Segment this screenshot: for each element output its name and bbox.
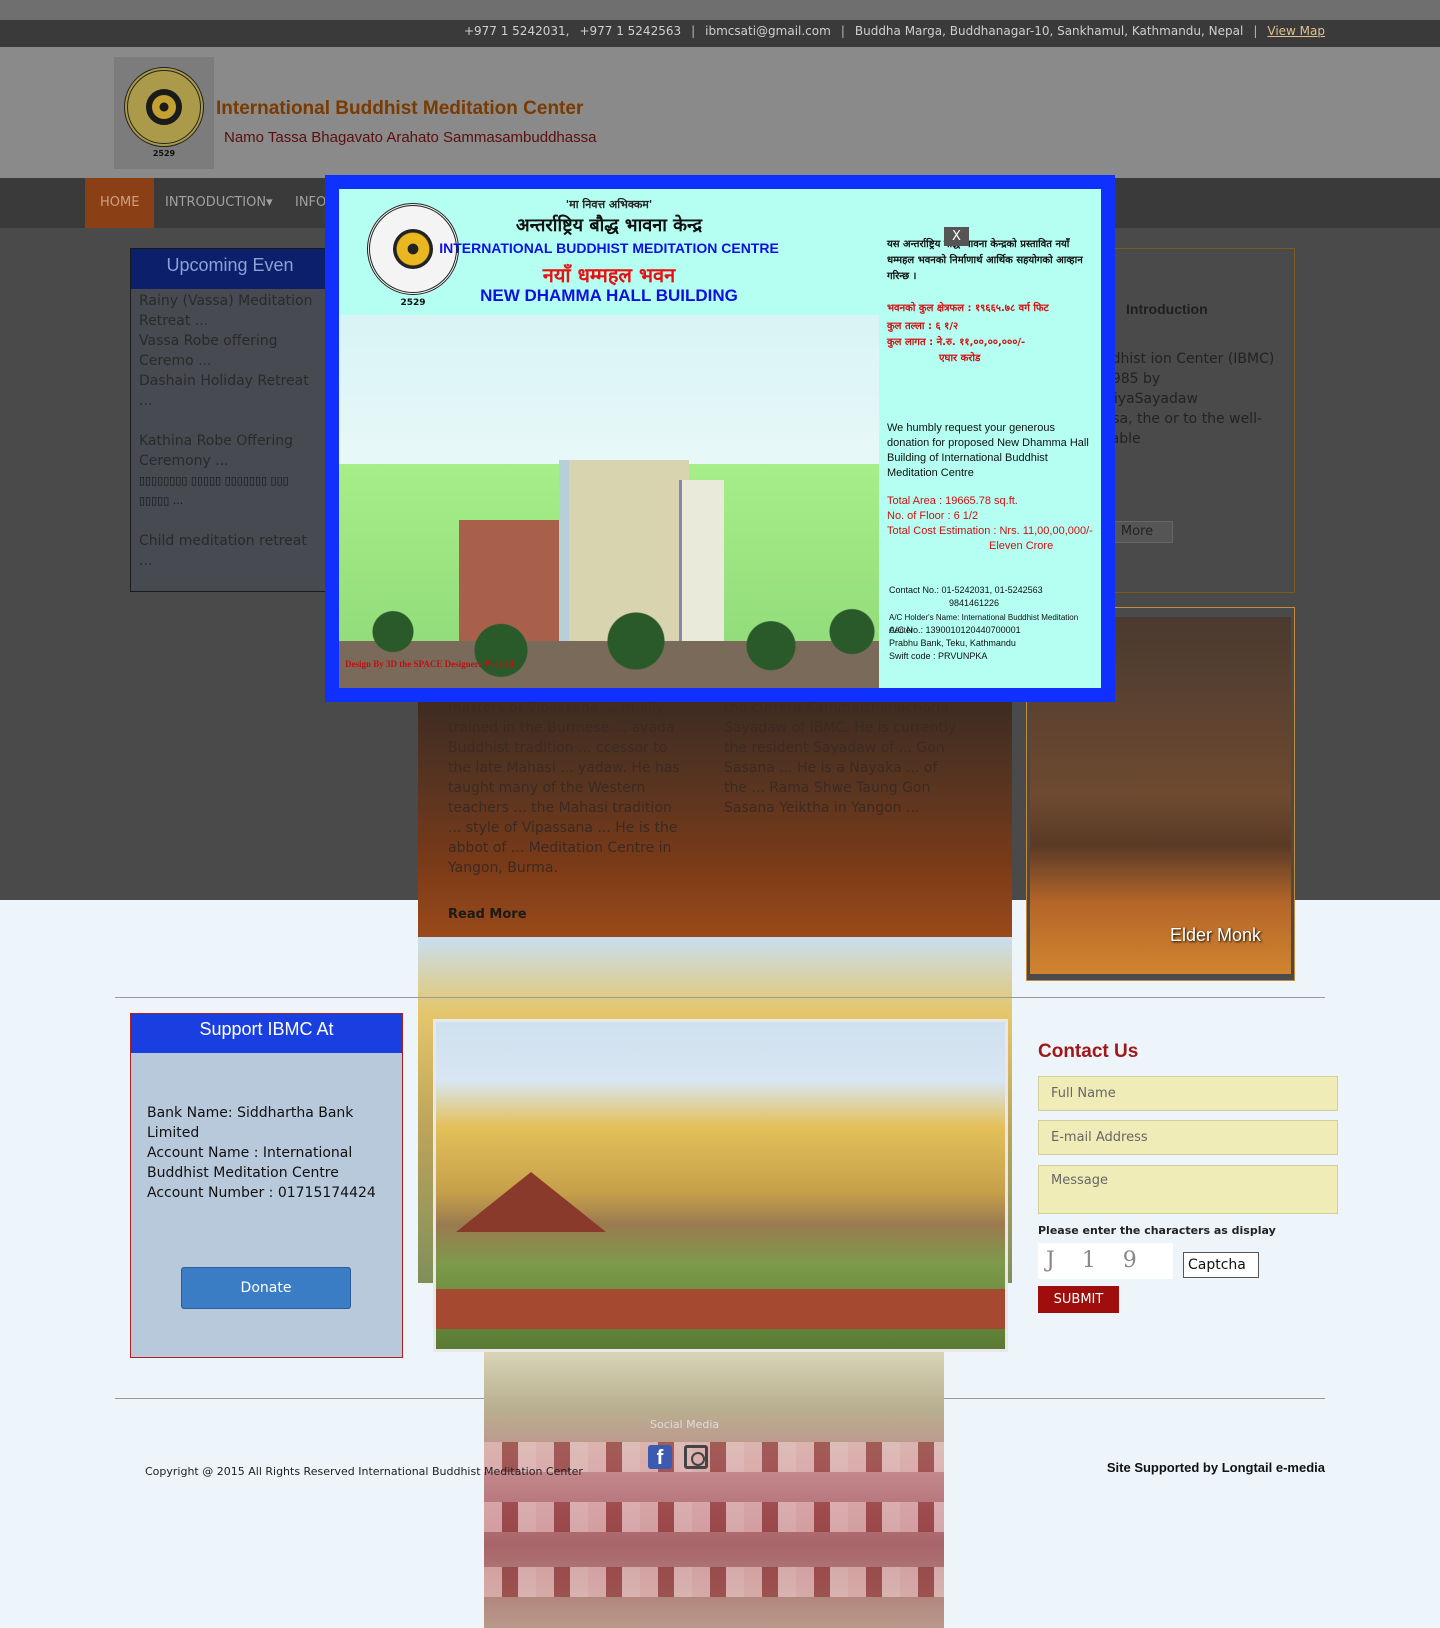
captcha-input[interactable]: Captcha (1183, 1252, 1259, 1278)
event-link[interactable]: Kathina Robe Offering Ceremony ... (131, 431, 329, 471)
cost-nepali: कुल लागत : ने.रु. ११,००,००,०००/- (887, 337, 1026, 348)
caret-down-icon: ▾ (266, 195, 273, 210)
support-heading: Support IBMC At (131, 1014, 402, 1053)
phone-number: +977 1 5242563 (579, 24, 682, 38)
event-link[interactable]: Child meditation retreat ... (131, 531, 329, 571)
site-logo[interactable]: 2529 (114, 57, 214, 169)
captcha-label: Please enter the characters as display (1038, 1224, 1276, 1237)
poster-details: यस अन्तर्राष्ट्रिय बौद्ध भावना केन्द्रको… (879, 189, 1101, 688)
divider (115, 997, 1325, 998)
floors-nepali: कुल तल्ला : ६ १/२ (887, 321, 959, 332)
message-field[interactable]: Message (1038, 1165, 1338, 1214)
bank-name: Bank Name: Siddhartha Bank Limited (147, 1105, 354, 1141)
copyright-text: Copyright @ 2015 All Rights Reserved Int… (145, 1465, 583, 1478)
read-more-link[interactable]: Read More (448, 907, 527, 922)
account-name: Account Name : International Buddhist Me… (147, 1145, 353, 1181)
submit-button[interactable]: SUBMIT (1038, 1286, 1119, 1313)
cost-words-english: Eleven Crore (989, 540, 1054, 552)
poster-motto: 'मा निवत्त अभिक्कम' (565, 198, 653, 211)
elder-monk-caption: Elder Monk (1169, 925, 1262, 945)
wheel-icon (146, 89, 182, 125)
teacher-bio-text: masters of Vipassana ... rmally trained … (448, 700, 680, 876)
site-support-credit[interactable]: Site Supported by Longtail e-media (1107, 1460, 1325, 1475)
area-english: Total Area : 19665.78 sq.ft. (887, 495, 1018, 507)
logo-year: 2529 (152, 149, 176, 158)
poster-hall-nepali: नयाँ धम्महल भवन (542, 263, 676, 287)
cost-english: Total Cost Estimation : Nrs. 11,00,00,00… (887, 525, 1093, 537)
site-title[interactable]: International Buddhist Meditation Center (216, 98, 583, 120)
upcoming-events-heading: Upcoming Even (131, 249, 329, 289)
view-map-link[interactable]: View Map (1267, 24, 1325, 38)
street-address: Buddha Marga, Buddhanagar-10, Sankhamul,… (854, 24, 1244, 38)
donation-poster: 2529 'मा निवत्त अभिक्कम' अन्तर्राष्ट्रिय… (339, 189, 1101, 688)
nav-label: INTRODUCTION (165, 195, 267, 210)
event-link[interactable]: Vassa Robe offering Ceremo ... (131, 331, 329, 371)
trees-illustration (339, 594, 879, 688)
social-media-label: Social Media (650, 1418, 720, 1431)
full-name-field[interactable]: Full Name (1038, 1076, 1338, 1111)
request-english: We humbly request your generous donation… (887, 422, 1089, 479)
teacher-bio-text: the current Kammatthanacharia Sayadaw of… (724, 700, 957, 816)
email-address: ibmcsati@gmail.com (705, 24, 831, 38)
bank-details: Bank Name: Siddhartha Bank Limited Accou… (147, 1103, 392, 1203)
upcoming-events-panel: Upcoming Even Rainy (Vassa) Meditation R… (130, 248, 330, 592)
dharma-wheel-icon (124, 67, 204, 147)
cost-words-nepali: एघार करोड (939, 353, 981, 364)
poster-title-english: INTERNATIONAL BUDDHIST MEDITATION CENTRE (439, 240, 779, 256)
donation-popup: 2529 'मा निवत्त अभिक्कम' अन्तर्राष्ट्रिय… (325, 175, 1115, 702)
introduction-heading: Introduction (1126, 301, 1208, 317)
divider: | (691, 24, 696, 38)
contact-mobile: 9841461226 (949, 598, 1000, 608)
gallery-photo-campus[interactable] (433, 1019, 1008, 1352)
support-panel: Support IBMC At Bank Name: Siddhartha Ba… (130, 1013, 403, 1358)
close-button[interactable]: X (944, 227, 969, 246)
event-link[interactable]: Rainy (Vassa) Meditation Retreat ... (131, 291, 329, 331)
event-link[interactable]: ▯▯▯▯▯▯▯▯ ▯▯▯▯▯ ▯▯▯▯▯▯▯ ▯▯▯ ▯▯▯▯▯ ... (131, 471, 329, 511)
swift-code: Swift code : PRVUNPKA (889, 651, 988, 661)
contact-heading: Contact Us (1038, 1041, 1139, 1062)
poster-title-nepali: अन्तर्राष्ट्रिय बौद्ध भावना केन्द्र (515, 215, 703, 236)
brick-wall (436, 1289, 1005, 1329)
divider: | (1253, 24, 1258, 38)
teachers-panel: masters of Vipassana ... rmally trained … (418, 690, 1012, 937)
divider: | (840, 24, 845, 38)
request-nepali: यस अन्तर्राष्ट्रिय बौद्ध भावना केन्द्रको… (887, 239, 1083, 282)
pavilion-roof (456, 1172, 606, 1232)
facebook-icon[interactable]: f (648, 1445, 672, 1469)
captcha-image: J 1 9 (1038, 1243, 1173, 1279)
account-number: Account Number : 01715174424 (147, 1185, 376, 1201)
instagram-icon[interactable] (684, 1445, 708, 1469)
email-field[interactable]: E-mail Address (1038, 1120, 1338, 1155)
gallery-photo-students[interactable] (484, 1352, 944, 1628)
contact-numbers: Contact No.: 01-5242031, 01-5242563 (889, 585, 1043, 595)
bank-branch: Prabhu Bank, Teku, Kathmandu (889, 638, 1016, 648)
site-tagline: Namo Tassa Bhagavato Arahato Sammasambud… (224, 129, 597, 146)
area-nepali: भवनको कुल क्षेत्रफल : १९६६५.७८ वर्ग फिट (887, 303, 1049, 314)
nav-item-home[interactable]: HOME (85, 178, 155, 228)
floors-english: No. of Floor : 6 1/2 (887, 510, 979, 522)
design-credit: Design By 3D the SPACE Designers Pvt Ltd (345, 659, 514, 669)
phone-number: +977 1 5242031, (463, 24, 570, 38)
event-link[interactable]: Dashain Holiday Retreat ... (131, 371, 329, 411)
contact-info: +977 1 5242031, +977 1 5242563 | ibmcsat… (464, 24, 1325, 38)
nav-item-introduction[interactable]: INTRODUCTION▾ (150, 178, 288, 228)
event-link[interactable]: ▯▯▯▯▯▯▯▯ ▯▯▯▯▯▯▯ ▯▯▯▯ ▯▯▯▯ ▯▯▯▯ ... (131, 591, 329, 592)
donate-button[interactable]: Donate (181, 1267, 351, 1309)
account-number: A/C No.: 1390010120440700001 (889, 625, 1021, 635)
poster-hall-english: NEW DHAMMA HALL BUILDING (480, 286, 738, 305)
students-row (484, 1567, 944, 1597)
students-row (484, 1502, 944, 1532)
